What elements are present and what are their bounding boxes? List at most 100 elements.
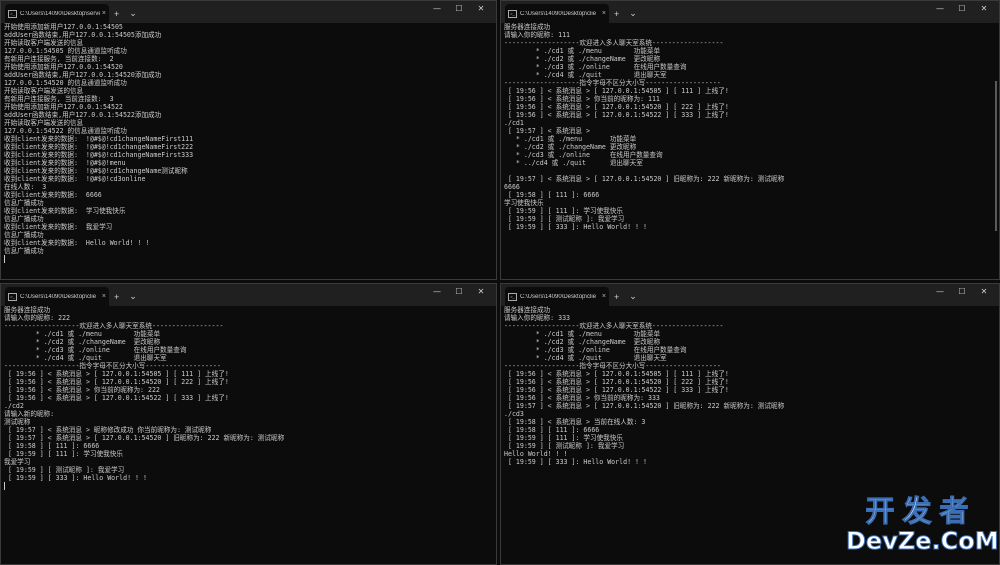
output-line: [ 19:58 ] [ 111 ]: 6666: [504, 191, 600, 199]
output-line: 我爱学习: [4, 458, 31, 466]
output-line: 127.0.0.1:54522 的信息通道监听成功: [4, 127, 127, 135]
output-line: -------------------指令字母不区分大小写-----------…: [4, 362, 221, 370]
output-line: [ 19:56 ] < 系统消息 > [ 127.0.0.1:54520 ] […: [504, 378, 729, 386]
terminal-icon: >_: [8, 9, 17, 18]
terminal-tab[interactable]: >_ C:\Users\14090\Desktop\clie ×: [5, 287, 109, 306]
output-line: 信息广播成功: [4, 215, 44, 223]
maximize-button[interactable]: ☐: [951, 287, 973, 296]
new-tab-button[interactable]: +: [109, 287, 124, 306]
output-line: 请输入你的昵称: 111: [504, 31, 571, 39]
output-line: Hello World! ! !: [504, 450, 568, 458]
close-window-button[interactable]: ✕: [973, 4, 995, 13]
terminal-output[interactable]: 开始使用添加新用户127.0.0.1:54505 addUser函数结束,用户1…: [1, 23, 496, 263]
server-terminal-window: >_ C:\Users\14090\Desktop\serve × + ⌄ — …: [0, 0, 497, 280]
output-line: [ 19:59 ] [ 333 ]: Hello World! ! !: [504, 458, 647, 466]
output-line: [ 19:56 ] < 系统消息 > 你当前的昵称为: 333: [504, 394, 660, 402]
output-line: 6666: [504, 183, 520, 191]
minimize-button[interactable]: —: [929, 4, 951, 13]
output-line: 收到client发来的数据: !@#$@!cd1changeNameFirst2…: [4, 143, 194, 151]
output-line: 服务器连接成功: [504, 306, 551, 314]
output-line: [ 19:59 ] [ 333 ]: Hello World! ! !: [504, 223, 647, 231]
maximize-button[interactable]: ☐: [448, 287, 470, 296]
tab-title: C:\Users\14090\Desktop\clie: [520, 10, 597, 17]
tab-title: C:\Users\14090\Desktop\clie: [520, 293, 597, 300]
output-line: ./cd1: [504, 119, 524, 127]
close-window-button[interactable]: ✕: [470, 287, 492, 296]
output-line: 127.0.0.1:54520 的信息通道监听成功: [4, 79, 127, 87]
output-line: [ 19:57 ] < 系统消息 > 昵称修改成功 你当前昵称为: 测试昵称: [4, 426, 212, 434]
output-line: [ 19:56 ] < 系统消息 > [ 127.0.0.1:54520 ] […: [4, 378, 229, 386]
watermark-cn-text: 开发者: [865, 494, 977, 528]
new-tab-button[interactable]: +: [609, 287, 624, 306]
output-line: ./cd2: [4, 402, 24, 410]
tab-dropdown-icon[interactable]: ⌄: [124, 4, 142, 23]
tab-dropdown-icon[interactable]: ⌄: [124, 287, 142, 306]
title-bar: >_ C:\Users\14090\Desktop\clie × + ⌄ — ☐…: [1, 284, 496, 306]
watermark-en-text: DevZe.CoM: [846, 527, 1000, 556]
tab-close-icon[interactable]: ×: [102, 293, 106, 300]
scrollbar[interactable]: [995, 81, 997, 231]
maximize-button[interactable]: ☐: [951, 4, 973, 13]
output-line: * ./cd2 或 ./changeName 更改昵称: [504, 338, 661, 346]
minimize-button[interactable]: —: [426, 287, 448, 296]
output-line: [ 19:59 ] [ 测试昵称 ]: 我爱学习: [4, 466, 125, 474]
terminal-tab[interactable]: >_ C:\Users\14090\Desktop\serve ×: [5, 4, 109, 23]
output-line: 有新用户连接服务, 当前连接数: 2: [4, 55, 114, 63]
watermark-logo: 开发者 DevZe.CoM: [846, 494, 1000, 561]
output-line: -------------------指令字母不区分大小写-----------…: [504, 362, 721, 370]
output-line: * ./cd1 或 ./menu 功能菜单: [504, 330, 661, 338]
output-line: * ./cd3 或 ./online 在线用户数量查询: [504, 151, 663, 159]
title-bar: >_ C:\Users\14090\Desktop\clie × + ⌄ — ☐…: [501, 284, 999, 306]
output-line: 开始读取客户端发送的信息: [4, 39, 84, 47]
tab-dropdown-icon[interactable]: ⌄: [624, 287, 642, 306]
new-tab-button[interactable]: +: [609, 4, 624, 23]
output-line: 服务器连接成功: [4, 306, 51, 314]
output-line: [ 19:58 ] < 系统消息 > 当前在线人数: 3: [504, 418, 646, 426]
terminal-output[interactable]: 服务器连接成功 请输入你的昵称: 333 -------------------…: [501, 306, 999, 466]
output-line: [ 19:58 ] [ 111 ]: 6666: [4, 442, 100, 450]
terminal-icon: >_: [508, 9, 517, 18]
terminal-tab[interactable]: >_ C:\Users\14090\Desktop\clie ×: [505, 4, 609, 23]
output-line: [ 19:57 ] < 系统消息 >: [504, 127, 590, 135]
text-cursor: [4, 482, 5, 490]
output-line: 开始读取客户端发送的信息: [4, 119, 84, 127]
output-line: [ 19:56 ] < 系统消息 > [ 127.0.0.1:54505 ] […: [504, 87, 729, 95]
output-line: 收到client发来的数据: !@#$@!cd1changeName测试昵称: [4, 167, 188, 175]
terminal-tab[interactable]: >_ C:\Users\14090\Desktop\clie ×: [505, 287, 609, 306]
maximize-button[interactable]: ☐: [448, 4, 470, 13]
output-line: 收到client发来的数据: Hello World! ! !: [4, 239, 150, 247]
output-line: 收到client发来的数据: !@#$@!cd1changeNameFirst1…: [4, 135, 194, 143]
new-tab-button[interactable]: +: [109, 4, 124, 23]
tab-dropdown-icon[interactable]: ⌄: [624, 4, 642, 23]
output-line: -------------------欢迎进入多人聊天室系统----------…: [504, 322, 724, 330]
terminal-output[interactable]: 服务器连接成功 请输入你的昵称: 111 -------------------…: [501, 23, 999, 231]
close-window-button[interactable]: ✕: [470, 4, 492, 13]
output-line: -------------------欢迎进入多人聊天室系统----------…: [504, 39, 724, 47]
output-line: * ./cd1 或 ./menu 功能菜单: [504, 47, 661, 55]
output-line: [ 19:59 ] [ 测试昵称 ]: 我爱学习: [504, 442, 625, 450]
window-controls: — ☐ ✕: [929, 287, 995, 296]
output-line: * ./cd1 或 ./menu 功能菜单: [504, 135, 637, 143]
output-line: 信息广播成功: [4, 231, 44, 239]
output-line: 收到client发来的数据: !@#$@!menu: [4, 159, 126, 167]
output-line: * ./cd3 或 ./online 在线用户数量查询: [4, 346, 187, 354]
minimize-button[interactable]: —: [426, 4, 448, 13]
output-line: 请输入你的昵称: 333: [504, 314, 571, 322]
tab-close-icon[interactable]: ×: [602, 10, 606, 17]
output-line: [ 19:57 ] < 系统消息 > [ 127.0.0.1:54520 ] 旧…: [504, 175, 785, 183]
output-line: [ 19:56 ] < 系统消息 > [ 127.0.0.1:54522 ] […: [504, 111, 729, 119]
output-line: addUser函数结束,用户127.0.0.1:54505添加成功: [4, 31, 162, 39]
output-line: * ./cd2 或 ./changeName 更改昵称: [504, 143, 637, 151]
terminal-output[interactable]: 服务器连接成功 请输入你的昵称: 222 -------------------…: [1, 306, 496, 490]
minimize-button[interactable]: —: [929, 287, 951, 296]
tab-close-icon[interactable]: ×: [602, 293, 606, 300]
output-line: [ 19:59 ] [ 测试昵称 ]: 我爱学习: [504, 215, 625, 223]
client-111-terminal-window: >_ C:\Users\14090\Desktop\clie × + ⌄ — ☐…: [500, 0, 1000, 280]
tab-close-icon[interactable]: ×: [102, 10, 106, 17]
close-window-button[interactable]: ✕: [973, 287, 995, 296]
output-line: [ 19:58 ] [ 111 ]: 6666: [504, 426, 600, 434]
output-line: [ 19:56 ] < 系统消息 > 你当前的昵称为: 111: [504, 95, 660, 103]
output-line: [ 19:56 ] < 系统消息 > [ 127.0.0.1:54522 ] […: [504, 386, 729, 394]
output-line: 测试昵称: [4, 418, 31, 426]
